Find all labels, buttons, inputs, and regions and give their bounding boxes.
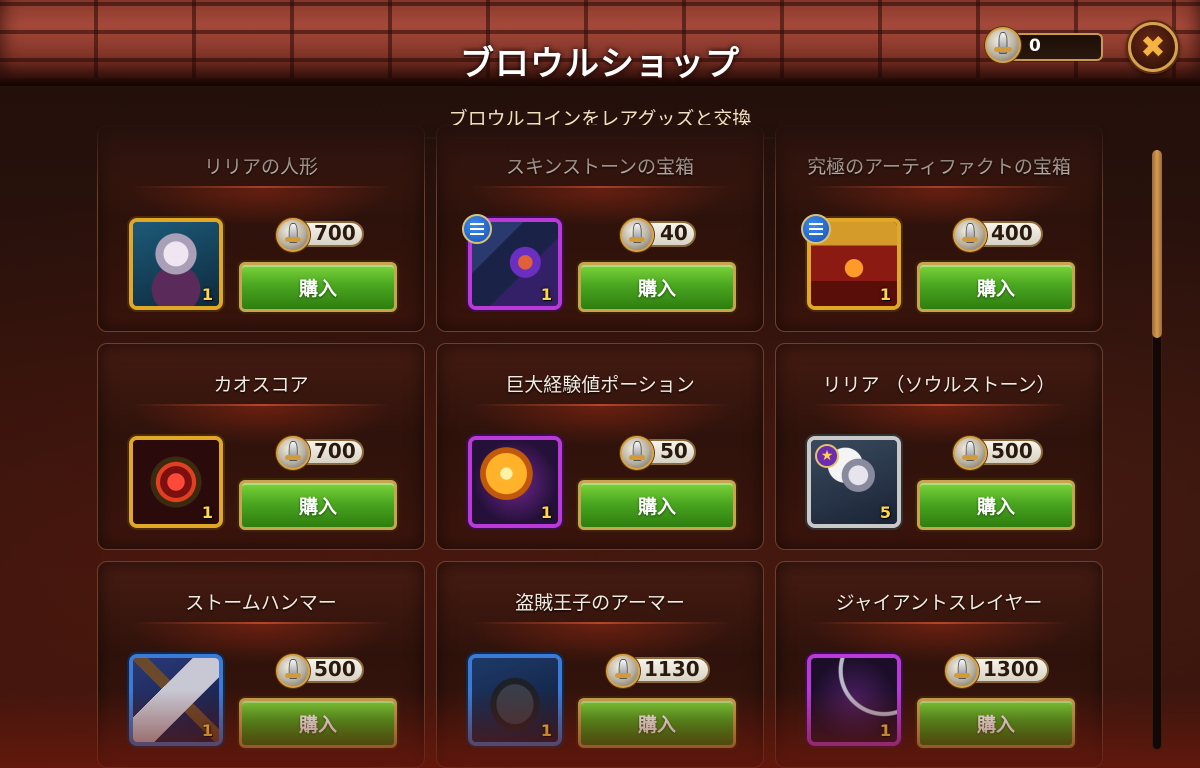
buy-button[interactable]: 購入 <box>917 698 1075 748</box>
item-name: スキンストーンの宝箱 <box>505 156 695 178</box>
brawl-coin-icon <box>276 654 310 688</box>
price-tag: 50 <box>620 436 696 470</box>
brawl-coin-icon <box>620 218 654 252</box>
item-name: 巨大経験値ポーション <box>505 374 695 396</box>
buy-button[interactable]: 購入 <box>578 698 736 748</box>
item-price: 1300 <box>983 657 1039 681</box>
buy-button[interactable]: 購入 <box>917 262 1075 312</box>
close-button[interactable]: ✖ <box>1128 22 1178 72</box>
price-tag: 700 <box>276 218 364 252</box>
shop-item-card: リリアの人形 1 700 購入 <box>97 125 425 332</box>
item-slot[interactable]: 1 <box>129 654 223 746</box>
item-quantity: 1 <box>201 285 213 304</box>
shop-item-card: 巨大経験値ポーション 1 50 購入 <box>436 343 764 550</box>
shop-item-grid[interactable]: リリアの人形 1 700 購入 スキンストーンの宝箱 1 40 購入 究極のアー… <box>97 125 1107 768</box>
scrollbar-thumb[interactable] <box>1152 150 1162 338</box>
brawl-coin-icon <box>953 218 987 252</box>
buy-button[interactable]: 購入 <box>239 262 397 312</box>
list-info-icon[interactable] <box>801 214 831 244</box>
shop-item-card: ジャイアントスレイヤー 1 1300 購入 <box>775 561 1103 768</box>
shop-item-card: スキンストーンの宝箱 1 40 購入 <box>436 125 764 332</box>
shop-item-card: 究極のアーティファクトの宝箱 1 400 購入 <box>775 125 1103 332</box>
item-price: 1130 <box>644 657 700 681</box>
buy-button[interactable]: 購入 <box>578 480 736 530</box>
buy-button[interactable]: 購入 <box>578 262 736 312</box>
item-price: 400 <box>991 221 1033 245</box>
item-name: ジャイアントスレイヤー <box>835 592 1043 614</box>
price-tag: 700 <box>276 436 364 470</box>
item-slot[interactable]: ★ 5 <box>807 436 901 528</box>
list-info-icon[interactable] <box>462 214 492 244</box>
brawl-coin-counter: 0 <box>985 27 1103 65</box>
item-name: リリアの人形 <box>203 156 318 178</box>
buy-button[interactable]: 購入 <box>239 698 397 748</box>
item-price: 40 <box>660 221 688 245</box>
item-price: 700 <box>314 221 356 245</box>
price-tag: 40 <box>620 218 696 252</box>
coin-amount: 0 <box>1029 36 1041 56</box>
shop-item-card: ストームハンマー 1 500 購入 <box>97 561 425 768</box>
item-price: 500 <box>314 657 356 681</box>
item-slot[interactable]: 1 <box>468 436 562 528</box>
item-quantity: 1 <box>201 503 213 522</box>
shop-item-card: カオスコア 1 700 購入 <box>97 343 425 550</box>
star-icon: ★ <box>815 444 839 468</box>
item-slot[interactable]: 1 <box>129 218 223 310</box>
shop-item-card: 盗賊王子のアーマー 1 1130 購入 <box>436 561 764 768</box>
brawl-coin-icon <box>953 436 987 470</box>
item-quantity: 1 <box>879 721 891 740</box>
shop-item-card: リリア （ソウルストーン） ★ 5 500 購入 <box>775 343 1103 550</box>
brawl-coin-icon <box>620 436 654 470</box>
item-name: 盗賊王子のアーマー <box>515 592 685 614</box>
brawl-coin-icon <box>985 27 1021 63</box>
price-tag: 1130 <box>606 654 710 688</box>
item-quantity: 1 <box>201 721 213 740</box>
item-price: 500 <box>991 439 1033 463</box>
brawl-coin-icon <box>276 436 310 470</box>
item-quantity: 1 <box>879 285 891 304</box>
price-tag: 500 <box>953 436 1043 470</box>
buy-button[interactable]: 購入 <box>239 480 397 530</box>
item-name: ストームハンマー <box>185 592 337 614</box>
price-tag: 500 <box>276 654 364 688</box>
item-quantity: 1 <box>540 721 552 740</box>
item-slot[interactable]: 1 <box>468 654 562 746</box>
item-name: リリア （ソウルストーン） <box>822 374 1056 396</box>
item-name: カオスコア <box>213 374 309 396</box>
brawl-coin-icon <box>276 218 310 252</box>
item-price: 700 <box>314 439 356 463</box>
buy-button[interactable]: 購入 <box>917 480 1075 530</box>
item-price: 50 <box>660 439 688 463</box>
item-quantity: 1 <box>540 285 552 304</box>
item-slot[interactable]: 1 <box>129 436 223 528</box>
item-quantity: 1 <box>540 503 552 522</box>
price-tag: 1300 <box>945 654 1049 688</box>
price-tag: 400 <box>953 218 1043 252</box>
item-name: 究極のアーティファクトの宝箱 <box>807 156 1071 178</box>
item-quantity: 5 <box>879 503 891 522</box>
brawl-coin-icon <box>945 654 979 688</box>
item-slot[interactable]: 1 <box>807 654 901 746</box>
brawl-coin-icon <box>606 654 640 688</box>
